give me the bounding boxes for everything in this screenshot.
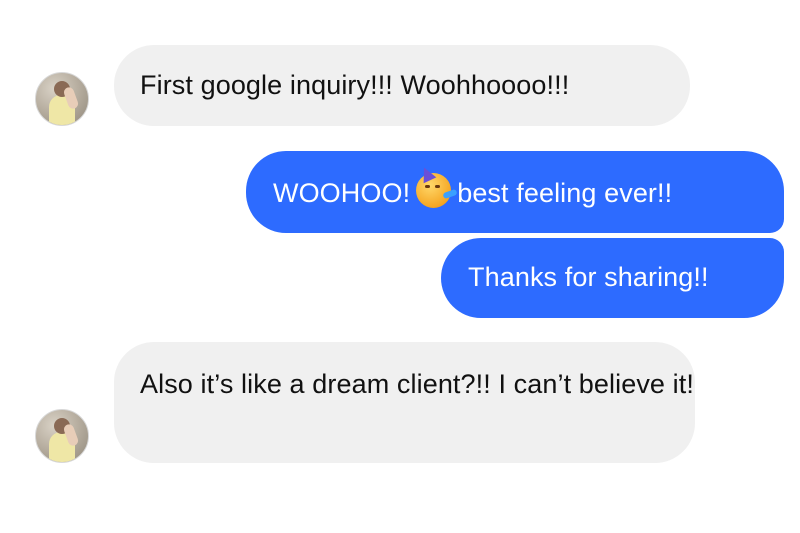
party-horn-icon — [442, 188, 458, 200]
contact-avatar[interactable] — [35, 409, 89, 463]
outgoing-message-bubble[interactable]: Thanks for sharing!! — [441, 238, 784, 318]
emoji-eye-right — [435, 185, 441, 188]
contact-avatar[interactable] — [35, 72, 89, 126]
incoming-message-bubble[interactable]: First google inquiry!!! Woohhoooo!!! — [114, 45, 690, 126]
incoming-message-bubble[interactable]: Also it’s like a dream client?!! I can’t… — [114, 342, 695, 463]
party-hat-icon — [417, 164, 437, 184]
message-text: Thanks for sharing!! — [468, 262, 709, 292]
emoji-eye-left — [425, 185, 431, 188]
message-thread: First google inquiry!!! Woohhoooo!!! WOO… — [0, 0, 800, 533]
message-text: Also it’s like a dream client?!! I can’t… — [140, 369, 694, 399]
message-text-start: WOOHOO! — [273, 178, 411, 208]
outgoing-message-bubble[interactable]: WOOHOO! best feeling ever!! — [246, 151, 784, 233]
partying-face-emoji — [416, 164, 458, 208]
message-text-end: best feeling ever!! — [457, 178, 673, 208]
message-text: First google inquiry!!! Woohhoooo!!! — [140, 70, 570, 100]
